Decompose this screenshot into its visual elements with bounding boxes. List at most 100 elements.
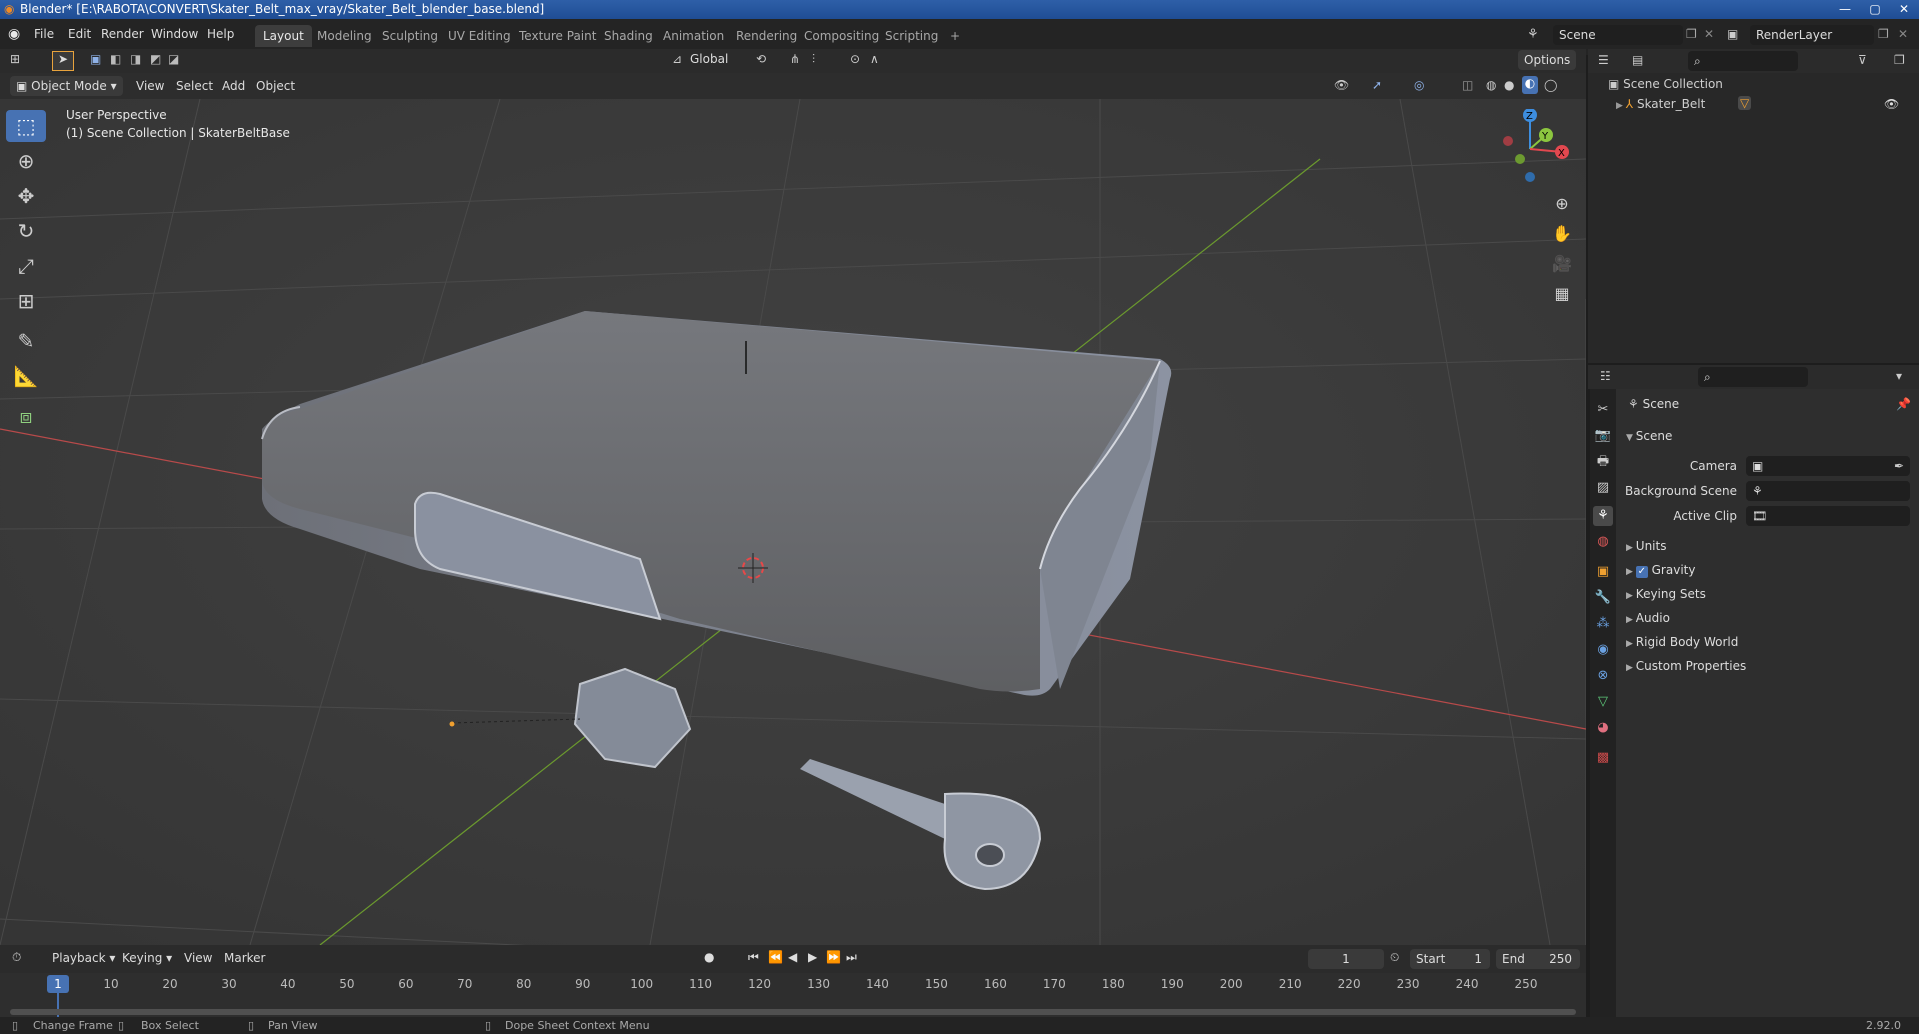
timeline-view-menu[interactable]: View: [178, 948, 218, 968]
texture-tab-icon[interactable]: ▩: [1593, 748, 1613, 768]
overlay-toggle-icon[interactable]: ◎: [1414, 78, 1424, 92]
zoom-icon[interactable]: ⊕: [1549, 191, 1575, 217]
select-mode-invert-icon[interactable]: ◩: [150, 52, 161, 66]
outliner-editor-icon[interactable]: ☰: [1598, 53, 1609, 67]
new-renderlayer-icon[interactable]: ❐: [1878, 27, 1889, 41]
menu-file[interactable]: File: [34, 27, 54, 41]
object-data-icon[interactable]: ▽: [1738, 96, 1752, 110]
annotate-tool-icon[interactable]: ✎: [6, 325, 46, 357]
view-menu[interactable]: View: [130, 76, 170, 96]
pan-hand-icon[interactable]: ✋: [1549, 221, 1575, 247]
solid-shading-icon[interactable]: ●: [1504, 78, 1514, 92]
modifiers-tab-icon[interactable]: 🔧: [1593, 588, 1613, 608]
select-mode-intersect-icon[interactable]: ◪: [168, 52, 179, 66]
render-tab-icon[interactable]: 📷: [1593, 426, 1613, 446]
timeline-scrollbar[interactable]: [10, 1009, 1576, 1015]
start-frame-field[interactable]: Start 1: [1410, 949, 1490, 969]
gizmo-toggle-icon[interactable]: ➚: [1372, 78, 1382, 92]
outliner-row-scene-collection[interactable]: ▣ Scene Collection: [1608, 77, 1723, 91]
add-workspace-button[interactable]: +: [942, 25, 968, 47]
current-frame-field[interactable]: 1: [1308, 949, 1384, 969]
maximize-button[interactable]: ▢: [1860, 0, 1890, 19]
expand-arrow-icon[interactable]: ▶: [1616, 101, 1626, 111]
properties-search-input[interactable]: ⌕: [1698, 367, 1808, 387]
display-mode-icon[interactable]: ▤: [1632, 53, 1643, 67]
wireframe-shading-icon[interactable]: ◍: [1486, 78, 1496, 92]
world-tab-icon[interactable]: ◍: [1593, 532, 1613, 552]
play-icon[interactable]: ▶: [808, 950, 817, 964]
play-reverse-icon[interactable]: ◀: [788, 950, 797, 964]
visibility-icon[interactable]: 👁: [1334, 78, 1349, 92]
tab-uv-editing[interactable]: UV Editing: [440, 25, 519, 47]
options-button[interactable]: Options: [1518, 50, 1577, 70]
tab-compositing[interactable]: Compositing: [796, 25, 887, 47]
snap-target-icon[interactable]: ⫶: [812, 52, 815, 67]
tab-texture-paint[interactable]: Texture Paint: [511, 25, 604, 47]
tab-sculpting[interactable]: Sculpting: [374, 25, 446, 47]
xray-icon[interactable]: ◫: [1462, 78, 1473, 92]
tab-modeling[interactable]: Modeling: [309, 25, 380, 47]
object-menu[interactable]: Object: [250, 76, 301, 96]
marker-menu[interactable]: Marker: [218, 948, 271, 968]
menu-render[interactable]: Render: [101, 27, 144, 41]
tab-layout[interactable]: Layout: [255, 25, 312, 47]
camera-view-icon[interactable]: 🎥: [1549, 251, 1575, 277]
select-mode-new-icon[interactable]: ▣: [90, 52, 101, 66]
proportional-edit-icon[interactable]: ⊙: [850, 52, 860, 66]
pin-icon[interactable]: 📌: [1896, 397, 1911, 411]
data-tab-icon[interactable]: ▽: [1593, 692, 1613, 712]
material-shading-icon[interactable]: ◐: [1522, 76, 1538, 94]
3d-viewport[interactable]: User Perspective (1) Scene Collection | …: [0, 99, 1586, 945]
transform-tool-icon[interactable]: ⊞: [6, 285, 46, 317]
eyedropper-icon[interactable]: ✒: [1894, 456, 1904, 476]
preview-range-icon[interactable]: ⏲: [1390, 950, 1399, 965]
jump-start-icon[interactable]: ⏮: [748, 950, 759, 965]
object-tab-icon[interactable]: ▣: [1593, 562, 1613, 582]
gravity-checkbox[interactable]: ✓: [1635, 566, 1648, 578]
delete-renderlayer-icon[interactable]: ✕: [1898, 27, 1908, 41]
keying-sets-panel[interactable]: ▶ Keying Sets: [1626, 587, 1706, 601]
select-tool-icon[interactable]: ➤: [52, 51, 74, 71]
tab-rendering[interactable]: Rendering: [728, 25, 805, 47]
add-menu[interactable]: Add: [216, 76, 251, 96]
properties-options-icon[interactable]: ▾: [1896, 369, 1902, 383]
transform-orientation-select[interactable]: Global: [690, 52, 728, 66]
jump-keyframe-back-icon[interactable]: ⏪: [768, 950, 783, 964]
outliner-search-input[interactable]: ⌕: [1688, 51, 1798, 71]
tab-shading[interactable]: Shading: [596, 25, 661, 47]
end-frame-field[interactable]: End 250: [1496, 949, 1580, 969]
scene-section-header[interactable]: ▼ Scene: [1626, 429, 1672, 443]
select-box-tool-icon[interactable]: ⬚: [6, 110, 46, 142]
delete-scene-icon[interactable]: ✕: [1704, 27, 1714, 41]
select-menu[interactable]: Select: [170, 76, 219, 96]
record-icon[interactable]: ●: [704, 950, 714, 964]
rigid-body-world-panel[interactable]: ▶ Rigid Body World: [1626, 635, 1738, 649]
audio-panel[interactable]: ▶ Audio: [1626, 611, 1670, 625]
tool-tab-icon[interactable]: ✂: [1593, 400, 1613, 420]
properties-editor-icon[interactable]: ☷: [1600, 369, 1611, 383]
active-clip-field[interactable]: 🎞: [1746, 506, 1910, 526]
view-layer-tab-icon[interactable]: ▨: [1593, 478, 1613, 498]
outliner-row-skater-belt[interactable]: ▶ ⅄ Skater_Belt ▽ 👁: [1616, 96, 1916, 111]
select-mode-extend-icon[interactable]: ◧: [110, 52, 121, 66]
jump-end-icon[interactable]: ⏭: [846, 950, 857, 965]
tab-animation[interactable]: Animation: [655, 25, 732, 47]
pivot-point-icon[interactable]: ⟲: [756, 52, 766, 66]
rendered-shading-icon[interactable]: ◯: [1544, 78, 1557, 92]
output-tab-icon[interactable]: 🖶: [1593, 452, 1613, 472]
gravity-panel[interactable]: ▶ ✓ Gravity: [1626, 563, 1695, 578]
material-tab-icon[interactable]: ◕: [1593, 718, 1613, 738]
cursor-tool-icon[interactable]: ⊕: [6, 145, 46, 177]
ortho-toggle-icon[interactable]: ▦: [1549, 281, 1575, 307]
close-button[interactable]: ✕: [1889, 0, 1919, 19]
move-tool-icon[interactable]: ✥: [6, 180, 46, 212]
timeline-body[interactable]: 1 10 20 30 40 50 60 70 80 90 100 110 120 130 140 150 160…: [0, 973, 1586, 1017]
filter-icon[interactable]: ⊽: [1858, 53, 1867, 67]
playback-menu[interactable]: Playback ▾: [46, 948, 121, 968]
camera-field[interactable]: ▣ ✒: [1746, 456, 1910, 476]
timeline-editor-icon[interactable]: ⏱: [12, 950, 21, 965]
physics-tab-icon[interactable]: ◉: [1593, 640, 1613, 660]
keying-menu[interactable]: Keying ▾: [116, 948, 178, 968]
menu-edit[interactable]: Edit: [68, 27, 91, 41]
navigation-gizmo[interactable]: Z Y X: [1490, 109, 1570, 189]
